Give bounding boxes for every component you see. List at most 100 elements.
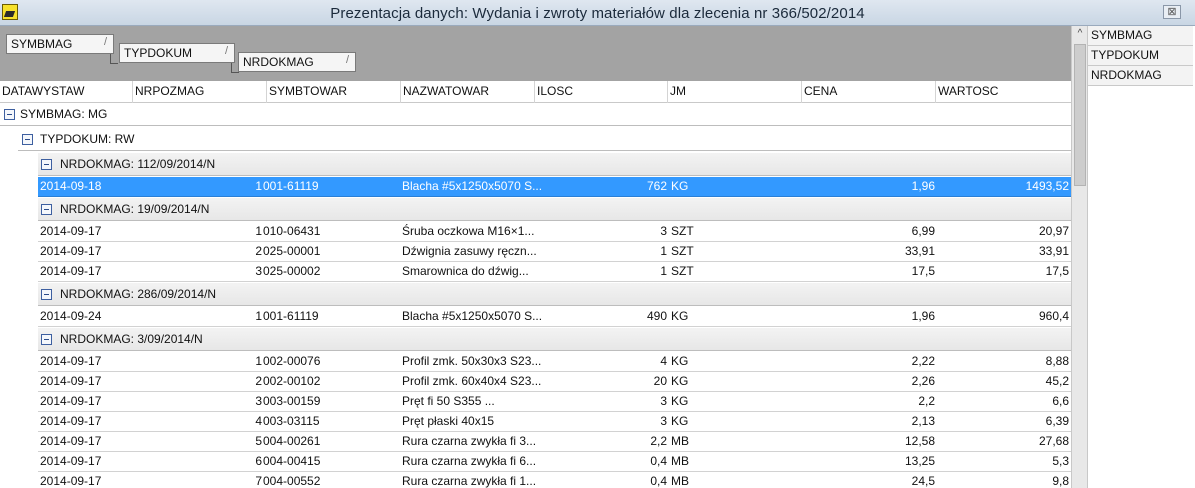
collapse-icon[interactable] xyxy=(41,289,52,300)
cell-cena: 24,5 xyxy=(911,474,935,488)
group-chip-typdokum[interactable]: TYPDOKUM / xyxy=(119,43,235,63)
group-chip-nrdokmag[interactable]: NRDOKMAG / xyxy=(238,52,356,72)
cell-name: Dźwignia zasuwy ręczn... xyxy=(402,244,537,258)
group-row-label: NRDOKMAG: 3/09/2014/N xyxy=(60,332,203,346)
cell-cena: 2,22 xyxy=(911,354,935,368)
cell-symb: 002-00102 xyxy=(263,374,321,388)
cell-date: 2014-09-17 xyxy=(40,394,102,408)
cell-jm: SZT xyxy=(671,264,694,278)
cell-jm: SZT xyxy=(671,244,694,258)
cell-name: Blacha #5x1250x5070 S... xyxy=(402,309,543,323)
group-row-nrdokmag[interactable]: NRDOKMAG: 3/09/2014/N xyxy=(38,328,1071,351)
scrollbar-thumb[interactable] xyxy=(1074,44,1086,186)
window-title: Prezentacja danych: Wydania i zwroty mat… xyxy=(330,5,865,22)
group-row-typdokum[interactable]: TYPDOKUM: RW xyxy=(18,128,1071,151)
field-item-nrdokmag[interactable]: NRDOKMAG xyxy=(1088,66,1193,86)
collapse-icon[interactable] xyxy=(22,134,33,145)
cell-ilosc: 20 xyxy=(653,374,667,388)
column-header-ilosc[interactable]: ILOSC xyxy=(535,81,668,103)
sort-indicator-icon: / xyxy=(345,54,349,66)
column-header-datawystaw[interactable]: DATAWYSTAW xyxy=(0,81,133,103)
cell-ilosc: 3 xyxy=(660,394,667,408)
cell-wartosc: 20,97 xyxy=(1038,224,1069,238)
cell-ilosc: 2,2 xyxy=(650,434,667,448)
column-header-symbtowar[interactable]: SYMBTOWAR xyxy=(267,81,401,103)
column-header-jm[interactable]: JM xyxy=(668,81,802,103)
cell-ilosc: 1 xyxy=(660,264,667,278)
cell-jm: KG xyxy=(671,309,689,323)
cell-ilosc: 3 xyxy=(660,414,667,428)
cell-nrpoz: 1 xyxy=(255,224,262,238)
cell-symb: 010-06431 xyxy=(263,224,321,238)
cell-ilosc: 4 xyxy=(660,354,667,368)
vertical-scrollbar[interactable]: ^ xyxy=(1071,26,1087,488)
cell-date: 2014-09-17 xyxy=(40,414,102,428)
close-button[interactable]: ⊠ xyxy=(1163,5,1181,19)
group-row-label: NRDOKMAG: 19/09/2014/N xyxy=(60,202,210,216)
cell-date: 2014-09-17 xyxy=(40,224,102,238)
table-row[interactable]: 2014-09-17 3 003-00159 Pręt fi 50 S355 ... 3… xyxy=(38,392,1071,412)
cell-wartosc: 27,68 xyxy=(1038,434,1069,448)
cell-date: 2014-09-17 xyxy=(40,354,102,368)
table-row[interactable]: 2014-09-17 2 002-00102 Profil zmk. 60x40x4 … xyxy=(38,372,1071,392)
cell-nrpoz: 5 xyxy=(255,434,262,448)
cell-date: 2014-09-24 xyxy=(40,309,102,323)
group-row-nrdokmag[interactable]: NRDOKMAG: 112/09/2014/N xyxy=(38,153,1071,176)
cell-jm: MB xyxy=(671,434,689,448)
cell-name: Profil zmk. 50x30x3 S23... xyxy=(402,354,542,368)
table-row[interactable]: 2014-09-17 4 003-03115 Pręt płaski 40x15 3 KG… xyxy=(38,412,1071,432)
cell-wartosc: 17,5 xyxy=(1045,264,1069,278)
cell-ilosc: 3 xyxy=(660,224,667,238)
cell-symb: 003-00159 xyxy=(263,394,321,408)
cell-symb: 004-00552 xyxy=(263,474,321,488)
table-row[interactable]: 2014-09-17 1 002-00076 Profil zmk. 50x30x3 … xyxy=(38,352,1071,372)
cell-name: Śruba oczkowa M16×1... xyxy=(402,224,535,238)
cell-symb: 004-00415 xyxy=(263,454,321,468)
table-row[interactable]: 2014-09-17 2 025-00001 Dźwignia zasuwy ręcz… xyxy=(38,242,1071,262)
cell-jm: KG xyxy=(671,354,689,368)
cell-jm: KG xyxy=(671,414,689,428)
cell-nrpoz: 1 xyxy=(255,309,262,323)
cell-cena: 2,13 xyxy=(911,414,935,428)
cell-cena: 13,25 xyxy=(904,454,935,468)
cell-symb: 003-03115 xyxy=(263,414,320,428)
cell-symb: 025-00001 xyxy=(263,244,321,258)
cell-cena: 2,2 xyxy=(918,394,935,408)
cell-cena: 33,91 xyxy=(904,244,935,258)
group-row-symbmag[interactable]: SYMBMAG: MG xyxy=(0,103,1071,126)
cell-wartosc: 5,3 xyxy=(1052,454,1069,468)
table-row[interactable]: 2014-09-17 5 004-00261 Rura czarna zwykła f… xyxy=(38,432,1071,452)
cell-jm: MB xyxy=(671,454,689,468)
collapse-icon[interactable] xyxy=(41,159,52,170)
cell-wartosc: 8,88 xyxy=(1045,354,1069,368)
cell-date: 2014-09-17 xyxy=(40,474,102,488)
group-chip-label: NRDOKMAG xyxy=(243,55,314,69)
group-row-nrdokmag[interactable]: NRDOKMAG: 19/09/2014/N xyxy=(38,198,1071,221)
table-row[interactable]: 2014-09-18 1 001-61119 Blacha #5x1250x5070 … xyxy=(38,177,1071,197)
cell-name: Pręt płaski 40x15 xyxy=(402,414,495,428)
scroll-up-icon[interactable]: ^ xyxy=(1072,26,1088,42)
group-chip-label: SYMBMAG xyxy=(11,37,73,51)
collapse-icon[interactable] xyxy=(41,334,52,345)
table-row[interactable]: 2014-09-17 7 004-00552 Rura czarna zwykła f… xyxy=(38,472,1071,488)
field-item-typdokum[interactable]: TYPDOKUM xyxy=(1088,46,1193,66)
collapse-icon[interactable] xyxy=(4,109,15,120)
table-row[interactable]: 2014-09-24 1 001-61119 Blacha #5x1250x5070 … xyxy=(38,307,1071,327)
table-row[interactable]: 2014-09-17 6 004-00415 Rura czarna zwykła f… xyxy=(38,452,1071,472)
column-header-nazwatowar[interactable]: NAZWATOWAR xyxy=(401,81,535,103)
column-header-nrpozmag[interactable]: NRPOZMAG xyxy=(133,81,267,103)
group-row-nrdokmag[interactable]: NRDOKMAG: 286/09/2014/N xyxy=(38,283,1071,306)
collapse-icon[interactable] xyxy=(41,204,52,215)
cell-jm: KG xyxy=(671,374,689,388)
group-chip-symbmag[interactable]: SYMBMAG / xyxy=(6,34,114,54)
cell-name: Smarownica do dźwig... xyxy=(402,264,529,278)
cell-ilosc: 1 xyxy=(660,244,667,258)
column-header-wartosc[interactable]: WARTOSC xyxy=(936,81,1071,103)
field-item-symbmag[interactable]: SYMBMAG xyxy=(1088,26,1193,46)
title-bar: Prezentacja danych: Wydania i zwroty mat… xyxy=(0,0,1195,26)
table-row[interactable]: 2014-09-17 3 025-00002 Smarownica do dźwig.… xyxy=(38,262,1071,282)
table-row[interactable]: 2014-09-17 1 010-06431 Śruba oczkowa M16×1.… xyxy=(38,222,1071,242)
cell-jm: SZT xyxy=(671,224,694,238)
group-row-label: SYMBMAG: MG xyxy=(20,107,108,121)
column-header-cena[interactable]: CENA xyxy=(802,81,936,103)
